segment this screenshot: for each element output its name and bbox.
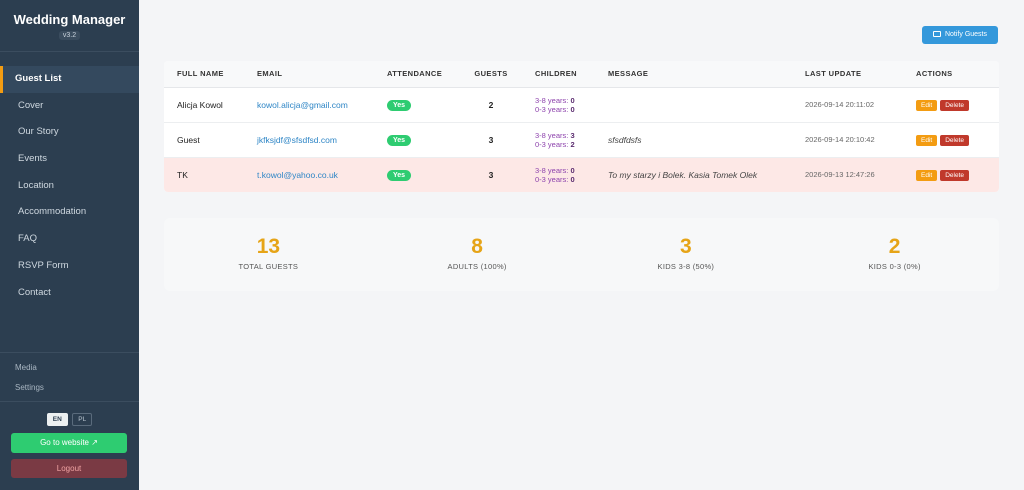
sidebar-nav: Guest List Cover Our Story Events Locati… xyxy=(0,66,139,306)
stat-total-guests: 13 TOTAL GUESTS xyxy=(164,218,373,291)
sidebar-divider xyxy=(0,401,139,402)
stat-value: 3 xyxy=(680,235,692,258)
kids-3-8-value: 3 xyxy=(570,130,575,140)
table-row: Alicja Kowol kowol.alicja@gmail.com Yes … xyxy=(164,87,999,123)
guest-email[interactable]: jkfksjdf@sfsdfsd.com xyxy=(257,135,337,145)
sidebar-item-contact[interactable]: Contact xyxy=(0,280,139,307)
go-to-website-button[interactable]: Go to website ↗ xyxy=(11,433,127,453)
guest-table-card: FULL NAME EMAIL ATTENDANCE GUESTS CHILDR… xyxy=(164,61,999,192)
notify-guests-button[interactable]: Notify Guests xyxy=(922,26,998,44)
delete-button[interactable]: Delete xyxy=(940,134,969,146)
edit-button[interactable]: Edit xyxy=(916,169,938,181)
last-update: 2026-09-13 12:47:26 xyxy=(792,157,903,192)
attendance-badge: Yes xyxy=(387,169,412,181)
guest-table: FULL NAME EMAIL ATTENDANCE GUESTS CHILDR… xyxy=(164,61,999,192)
version-badge: v3.2 xyxy=(58,31,81,40)
table-row: Guest jkfksjdf@sfsdfsd.com Yes 3 3-8 yea… xyxy=(164,122,999,158)
guest-name: Guest xyxy=(164,122,244,158)
stat-label: TOTAL GUESTS xyxy=(238,262,299,271)
stats-summary: 13 TOTAL GUESTS 8 ADULTS (100%) 3 KIDS 3… xyxy=(164,218,999,291)
sidebar-divider xyxy=(0,352,139,353)
last-update: 2026-09-14 20:11:02 xyxy=(792,87,903,123)
kids-0-3-label: 0-3 years: xyxy=(535,104,569,114)
stat-adults: 8 ADULTS (100%) xyxy=(373,218,582,291)
guest-name: Alicja Kowol xyxy=(164,87,244,123)
stat-kids-0-3: 2 KIDS 0-3 (0%) xyxy=(790,218,999,291)
edit-button[interactable]: Edit xyxy=(916,99,938,111)
header-actions: ACTIONS xyxy=(903,61,999,88)
language-switcher: EN PL xyxy=(0,413,139,426)
kids-0-3-value: 0 xyxy=(570,104,575,114)
stat-kids-3-8: 3 KIDS 3-8 (50%) xyxy=(582,218,791,291)
stat-label: KIDS 3-8 (50%) xyxy=(657,262,715,271)
stat-value: 8 xyxy=(471,235,483,258)
attendance-badge: Yes xyxy=(387,99,412,111)
delete-button[interactable]: Delete xyxy=(940,99,969,111)
last-update: 2026-09-14 20:10:42 xyxy=(792,122,903,158)
stat-label: KIDS 0-3 (0%) xyxy=(868,262,921,271)
sidebar-item-events[interactable]: Events xyxy=(0,146,139,173)
header-full-name[interactable]: FULL NAME xyxy=(164,61,244,88)
edit-button[interactable]: Edit xyxy=(916,134,938,146)
lang-en-button[interactable]: EN xyxy=(46,413,68,426)
envelope-icon xyxy=(932,31,941,37)
kids-3-8-label: 3-8 years: xyxy=(535,130,569,140)
children-cell: 3-8 years: 3 0-3 years: 2 xyxy=(522,122,595,158)
brand: Wedding Manager v3.2 xyxy=(0,0,139,52)
kids-0-3-label: 0-3 years: xyxy=(535,139,569,149)
attendance-badge: Yes xyxy=(387,134,412,146)
sidebar-item-media[interactable]: Media xyxy=(15,363,37,372)
guest-count: 3 xyxy=(460,122,522,158)
sidebar-item-rsvp-form[interactable]: RSVP Form xyxy=(0,253,139,280)
header-last-update[interactable]: LAST UPDATE xyxy=(792,61,903,88)
sidebar-item-guest-list[interactable]: Guest List xyxy=(0,66,139,93)
actions-cell: Edit Delete xyxy=(903,87,999,123)
kids-3-8-value: 0 xyxy=(570,165,575,175)
kids-0-3-value: 0 xyxy=(570,174,575,184)
guest-message: To my starzy i Bolek. Kasia Tomek Olek xyxy=(595,157,792,192)
sidebar-item-faq[interactable]: FAQ xyxy=(0,226,139,253)
lang-pl-button[interactable]: PL xyxy=(72,413,93,426)
app-title: Wedding Manager xyxy=(13,12,126,27)
actions-cell: Edit Delete xyxy=(903,157,999,192)
header-attendance[interactable]: ATTENDANCE xyxy=(374,61,460,88)
children-cell: 3-8 years: 0 0-3 years: 0 xyxy=(522,87,595,123)
actions-cell: Edit Delete xyxy=(903,122,999,158)
sidebar-item-our-story[interactable]: Our Story xyxy=(0,119,139,146)
kids-3-8-label: 3-8 years: xyxy=(535,165,569,175)
notify-guests-label: Notify Guests xyxy=(944,31,987,38)
header-message[interactable]: MESSAGE xyxy=(595,61,792,88)
sidebar-item-location[interactable]: Location xyxy=(0,173,139,200)
sidebar-item-settings[interactable]: Settings xyxy=(15,383,44,392)
guest-count: 2 xyxy=(460,87,522,123)
header-email[interactable]: EMAIL xyxy=(244,61,374,88)
guest-message: sfsdfdsfs xyxy=(595,122,792,158)
table-header-row: FULL NAME EMAIL ATTENDANCE GUESTS CHILDR… xyxy=(164,61,999,88)
delete-button[interactable]: Delete xyxy=(940,169,969,181)
kids-0-3-value: 2 xyxy=(570,139,575,149)
guest-name: TK xyxy=(164,157,244,192)
sidebar: Wedding Manager v3.2 Guest List Cover Ou… xyxy=(0,0,139,490)
kids-3-8-label: 3-8 years: xyxy=(535,95,569,105)
table-row: TK t.kowol@yahoo.co.uk Yes 3 3-8 years: … xyxy=(164,157,999,192)
guest-count: 3 xyxy=(460,157,522,192)
stat-value: 2 xyxy=(888,235,901,258)
header-children[interactable]: CHILDREN xyxy=(522,61,595,88)
logout-button[interactable]: Logout xyxy=(11,459,127,478)
children-cell: 3-8 years: 0 0-3 years: 0 xyxy=(522,157,595,192)
sidebar-item-accommodation[interactable]: Accommodation xyxy=(0,199,139,226)
stat-value: 13 xyxy=(256,235,281,258)
guest-email[interactable]: kowol.alicja@gmail.com xyxy=(257,100,348,110)
stat-label: ADULTS (100%) xyxy=(447,262,507,271)
sidebar-item-cover[interactable]: Cover xyxy=(0,93,139,120)
guest-email[interactable]: t.kowol@yahoo.co.uk xyxy=(257,170,338,180)
header-guests[interactable]: GUESTS xyxy=(460,61,522,88)
guest-message xyxy=(595,87,792,123)
kids-3-8-value: 0 xyxy=(570,95,575,105)
kids-0-3-label: 0-3 years: xyxy=(535,174,569,184)
